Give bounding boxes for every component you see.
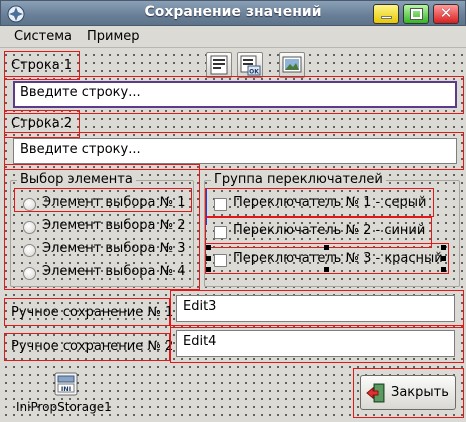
radio-button-1[interactable] bbox=[23, 198, 36, 211]
ini-icon-text: INI bbox=[61, 385, 71, 393]
line1-label: Строка 1 bbox=[11, 58, 73, 73]
close-icon: ✕ bbox=[439, 4, 453, 22]
ini-storage-label: IniPropStorage1 bbox=[16, 400, 112, 414]
checkbox-1-label[interactable]: Переключатель № 1 - серый bbox=[233, 195, 426, 210]
title-bar[interactable]: Сохранение значений ✕ bbox=[0, 0, 466, 26]
checkbox-3-label[interactable]: Переключатель № 3 - красный bbox=[233, 251, 443, 266]
maximize-icon bbox=[410, 8, 423, 20]
close-button-label: Закрыть bbox=[391, 385, 449, 400]
checkbox-3[interactable] bbox=[214, 254, 227, 267]
manual1-label: Ручное сохранение № 1 bbox=[11, 305, 174, 320]
manual1-input[interactable]: Edit3 bbox=[176, 295, 455, 322]
menu-item-example[interactable]: Пример bbox=[87, 29, 140, 44]
form-list-icon[interactable] bbox=[206, 52, 232, 78]
selection-handle[interactable] bbox=[324, 245, 329, 250]
selection-handle[interactable] bbox=[206, 267, 211, 272]
radio-label-1[interactable]: Элемент выбора № 1 bbox=[42, 195, 186, 210]
checkbox-group-caption: Группа переключателей bbox=[211, 172, 386, 188]
manual2-input[interactable]: Edit4 bbox=[176, 330, 455, 357]
line1-input[interactable]: Введите строку... bbox=[13, 81, 457, 108]
line2-label: Строка 2 bbox=[11, 116, 73, 131]
selection-handle[interactable] bbox=[441, 245, 446, 250]
radio-button-4[interactable] bbox=[23, 267, 36, 280]
menu-bar: Система Пример bbox=[0, 26, 466, 48]
menu-item-system[interactable]: Система bbox=[14, 29, 72, 44]
selection-handle[interactable] bbox=[441, 267, 446, 272]
selection-handle[interactable] bbox=[441, 256, 446, 261]
checkbox-2[interactable] bbox=[214, 226, 227, 239]
selection-handle[interactable] bbox=[206, 245, 211, 250]
minimize-icon bbox=[381, 16, 392, 19]
radio-label-2[interactable]: Элемент выбора № 2 bbox=[42, 218, 186, 233]
manual2-label: Ручное сохранение № 2 bbox=[11, 339, 174, 354]
close-button[interactable]: Закрыть bbox=[360, 375, 456, 410]
svg-text:OK: OK bbox=[249, 69, 259, 76]
form-designer-area[interactable]: OK Строка 1 Введите строку... Строка 2 В… bbox=[0, 48, 466, 422]
radio-button-3[interactable] bbox=[23, 244, 36, 257]
form-ok-icon[interactable]: OK bbox=[237, 52, 263, 78]
door-exit-icon bbox=[366, 383, 386, 403]
close-window-button[interactable]: ✕ bbox=[433, 4, 459, 24]
line2-input[interactable]: Введите строку... bbox=[13, 138, 457, 164]
radio-button-2[interactable] bbox=[23, 221, 36, 234]
selection-handle[interactable] bbox=[206, 256, 211, 261]
checkbox-2-label[interactable]: Переключатель № 2 - синий bbox=[233, 223, 425, 238]
radio-group-caption: Выбор элемента bbox=[17, 172, 136, 188]
radio-label-4[interactable]: Элемент выбора № 4 bbox=[42, 264, 186, 279]
checkbox-1[interactable] bbox=[214, 198, 227, 211]
maximize-button[interactable] bbox=[403, 4, 429, 24]
minimize-button[interactable] bbox=[373, 4, 399, 24]
radio-label-3[interactable]: Элемент выбора № 3 bbox=[42, 241, 186, 256]
ini-storage-icon[interactable]: INI bbox=[53, 371, 79, 397]
selection-handle[interactable] bbox=[324, 267, 329, 272]
image-icon[interactable] bbox=[279, 52, 305, 78]
